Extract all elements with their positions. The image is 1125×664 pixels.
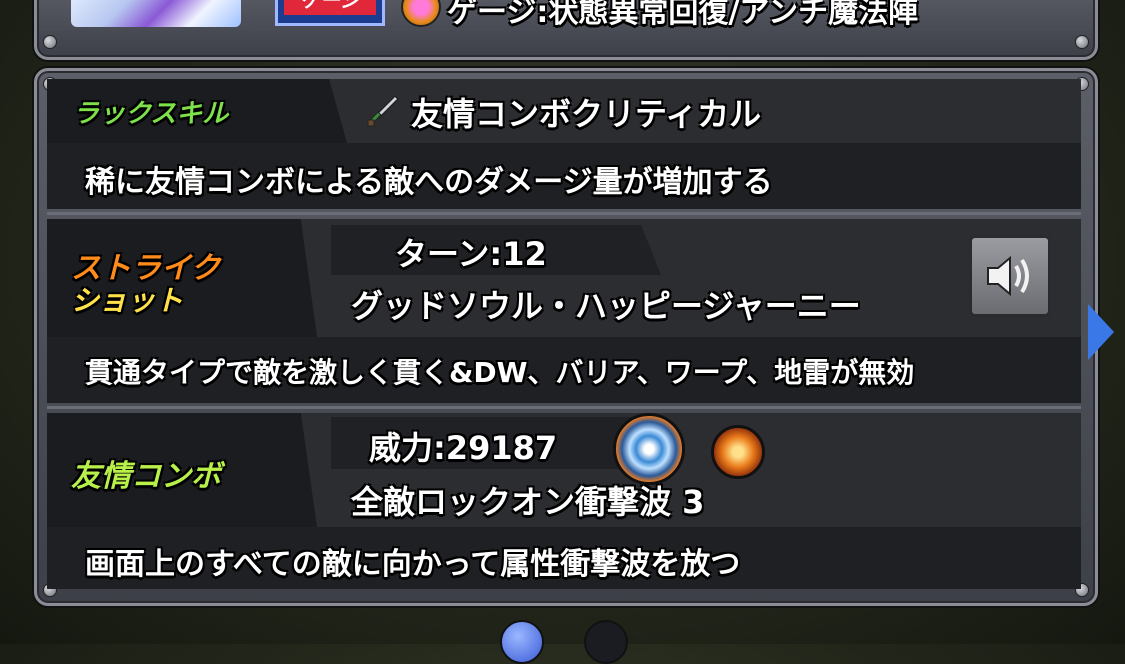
friend-combo-desc-row: 画面上のすべての敵に向かって属性衝撃波を放つ [47,527,1081,589]
speaker-icon[interactable] [969,235,1051,317]
ability-panel: ゲージ ゲージ:状態異常回復/アンチ魔法陣 [34,0,1098,60]
gauge-badge: ゲージ [275,0,385,26]
divider [47,212,1081,215]
luck-skill-label: ラックスキル [73,99,229,129]
friend-combo-header: 友情コンボ 威力:29187 全敵ロックオン衝撃波 3 [47,413,1081,527]
gauge-badge-label: ゲージ [284,0,376,15]
luck-skill-header: ラックスキル 友情コンボクリティカル [47,79,1081,143]
strike-shot-description: 貫通タイプで敵を激しく貫く&DW、バリア、ワープ、地雷が無効 [85,356,915,389]
strike-shot-name: グッドソウル・ハッピージャーニー [351,287,861,325]
rivet [1075,35,1089,49]
lockon-shockwave-icon[interactable] [613,413,685,485]
rivet [43,35,57,49]
friend-combo-power: 威力:29187 [369,429,558,467]
strike-shot-header: ストライク ショット ターン:12 グッドソウル・ハッピージャーニー [47,219,1081,337]
strike-shot-label-line2: ショット [71,284,184,317]
strike-shot-desc-row: 貫通タイプで敵を激しく貫く&DW、バリア、ワープ、地雷が無効 [47,337,1081,403]
friend-combo-description: 画面上のすべての敵に向かって属性衝撃波を放つ [85,547,741,582]
strike-shot-turn: ターン:12 [395,235,547,273]
luck-skill-desc-row: 稀に友情コンボによる敵へのダメージ量が増加する [47,143,1081,209]
explosion-icon[interactable] [711,425,765,479]
sword-icon [365,93,401,129]
character-portrait [71,0,241,27]
luck-skill-description: 稀に友情コンボによる敵へのダメージ量が増加する [85,165,773,200]
friend-combo-label: 友情コンボ [71,459,221,494]
next-page-arrow[interactable] [1088,304,1114,360]
skill-panel: ラックスキル 友情コンボクリティカル 稀に友情コンボによる敵へのダメージ量が増加… [34,68,1098,606]
divider [47,406,1081,409]
page-dot[interactable] [584,620,628,664]
friend-combo-name: 全敵ロックオン衝撃波 3 [351,483,705,521]
page-dot-active[interactable] [500,620,544,664]
ability-icon [401,0,441,27]
ability-text: ゲージ:状態異常回復/アンチ魔法陣 [447,0,919,30]
luck-skill-name: 友情コンボクリティカル [411,95,762,133]
